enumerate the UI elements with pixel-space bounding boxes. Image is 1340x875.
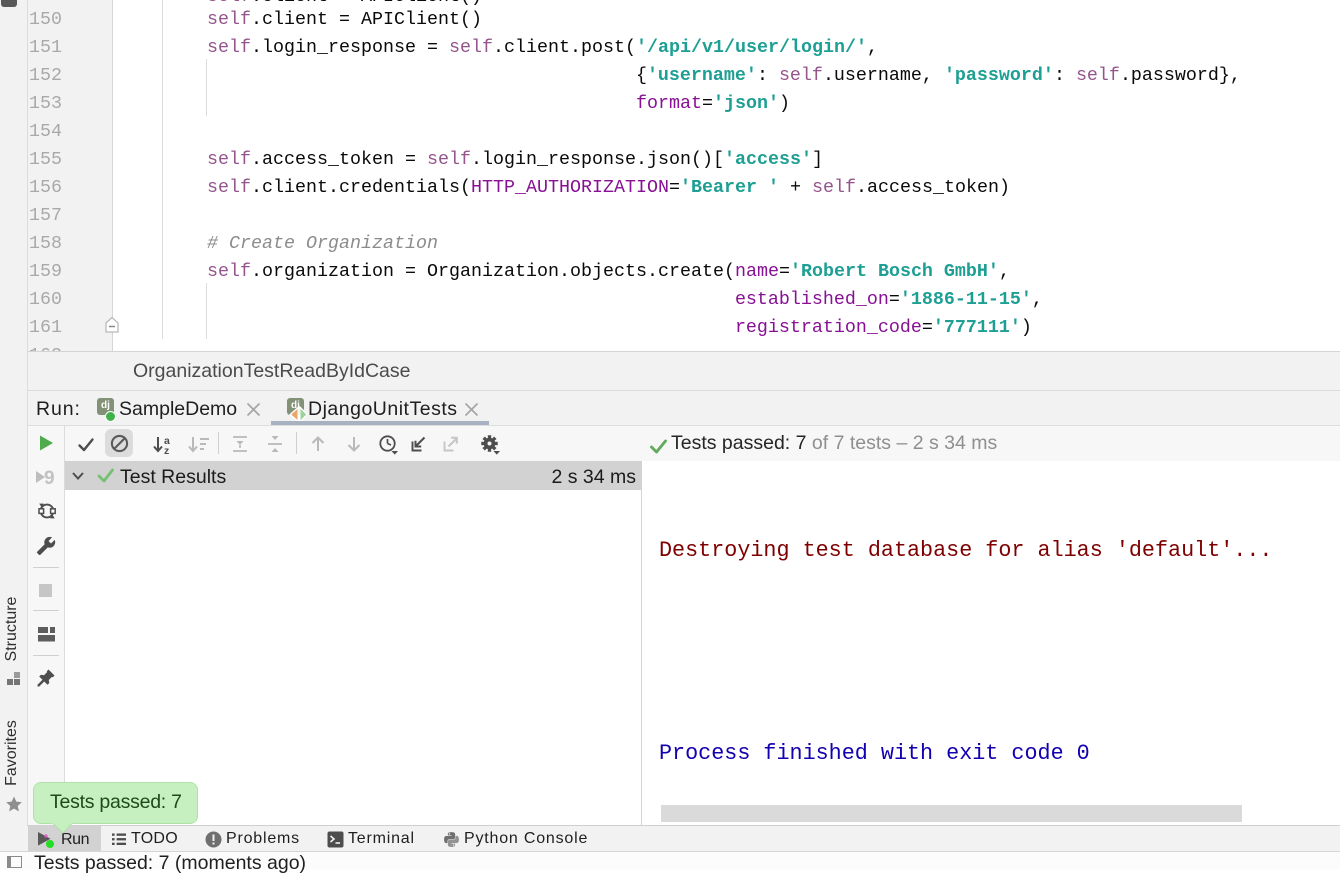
svg-text:9: 9: [44, 468, 55, 487]
svg-text:z: z: [164, 445, 169, 455]
